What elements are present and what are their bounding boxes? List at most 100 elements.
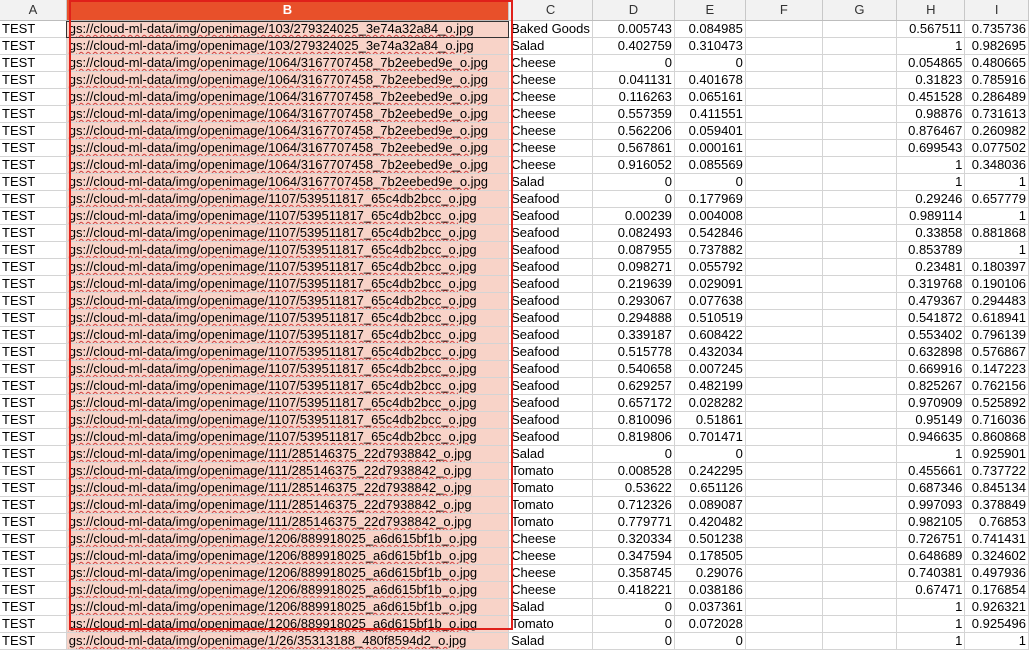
cell-i[interactable]: 0.925496 (964, 615, 1029, 633)
cell-f[interactable] (745, 54, 823, 72)
cell-b[interactable]: gs://cloud-ml-data/img/openimage/1107/53… (66, 411, 510, 429)
cell-d[interactable]: 0.515778 (592, 343, 675, 361)
cell-e[interactable]: 0 (674, 445, 746, 463)
cell-b[interactable]: gs://cloud-ml-data/img/openimage/1064/31… (66, 88, 510, 106)
cell-c[interactable]: Cheese (508, 105, 594, 123)
cell-h[interactable]: 0.853789 (896, 241, 966, 259)
cell-d[interactable]: 0.540658 (592, 360, 675, 378)
cell-f[interactable] (745, 343, 823, 361)
cell-b[interactable]: gs://cloud-ml-data/img/openimage/1107/53… (66, 241, 510, 259)
cell-f[interactable] (745, 173, 823, 191)
cell-h[interactable]: 1 (896, 632, 966, 650)
cell-h[interactable]: 0.23481 (896, 258, 966, 276)
cell-d[interactable]: 0 (592, 632, 675, 650)
cell-e[interactable]: 0.242295 (674, 462, 746, 480)
cell-c[interactable]: Tomato (508, 496, 594, 514)
cell-a[interactable]: TEST (0, 71, 67, 89)
cell-d[interactable]: 0.347594 (592, 547, 675, 565)
cell-g[interactable] (822, 20, 898, 38)
cell-i[interactable]: 0.147223 (964, 360, 1029, 378)
cell-b[interactable]: gs://cloud-ml-data/img/openimage/1206/88… (66, 581, 510, 599)
cell-i[interactable]: 0.741431 (964, 530, 1029, 548)
cell-d[interactable]: 0.320334 (592, 530, 675, 548)
cell-f[interactable] (745, 207, 823, 225)
cell-i[interactable]: 0.731613 (964, 105, 1029, 123)
cell-d[interactable]: 0 (592, 598, 675, 616)
cell-c[interactable]: Tomato (508, 479, 594, 497)
cell-h[interactable]: 0.553402 (896, 326, 966, 344)
cell-d[interactable]: 0 (592, 190, 675, 208)
cell-e[interactable]: 0.000161 (674, 139, 746, 157)
cell-h[interactable]: 0.33858 (896, 224, 966, 242)
cell-a[interactable]: TEST (0, 581, 67, 599)
cell-c[interactable]: Cheese (508, 530, 594, 548)
column-header-f[interactable]: F (745, 0, 823, 21)
cell-h[interactable]: 0.726751 (896, 530, 966, 548)
cell-c[interactable]: Cheese (508, 547, 594, 565)
cell-f[interactable] (745, 292, 823, 310)
cell-c[interactable]: Seafood (508, 394, 594, 412)
cell-c[interactable]: Salad (508, 445, 594, 463)
cell-d[interactable]: 0 (592, 54, 675, 72)
cell-i[interactable]: 0.860868 (964, 428, 1029, 446)
cell-a[interactable]: TEST (0, 343, 67, 361)
cell-e[interactable]: 0.029091 (674, 275, 746, 293)
cell-a[interactable]: TEST (0, 615, 67, 633)
cell-f[interactable] (745, 190, 823, 208)
cell-d[interactable]: 0 (592, 615, 675, 633)
cell-d[interactable]: 0.087955 (592, 241, 675, 259)
cell-e[interactable]: 0 (674, 173, 746, 191)
cell-f[interactable] (745, 564, 823, 582)
cell-a[interactable]: TEST (0, 377, 67, 395)
cell-c[interactable]: Seafood (508, 411, 594, 429)
cell-i[interactable]: 0.76853 (964, 513, 1029, 531)
cell-h[interactable]: 1 (896, 156, 966, 174)
cell-g[interactable] (822, 428, 898, 446)
cell-e[interactable]: 0.737882 (674, 241, 746, 259)
cell-c[interactable]: Seafood (508, 207, 594, 225)
cell-c[interactable]: Cheese (508, 54, 594, 72)
cell-f[interactable] (745, 428, 823, 446)
cell-f[interactable] (745, 377, 823, 395)
cell-e[interactable]: 0.411551 (674, 105, 746, 123)
column-header-c[interactable]: C (508, 0, 594, 21)
cell-e[interactable]: 0.420482 (674, 513, 746, 531)
cell-a[interactable]: TEST (0, 598, 67, 616)
cell-f[interactable] (745, 224, 823, 242)
cell-f[interactable] (745, 105, 823, 123)
column-header-d[interactable]: D (592, 0, 675, 21)
cell-h[interactable]: 0.648689 (896, 547, 966, 565)
cell-i[interactable]: 1 (964, 207, 1029, 225)
cell-h[interactable]: 1 (896, 37, 966, 55)
cell-a[interactable]: TEST (0, 156, 67, 174)
cell-d[interactable]: 0.418221 (592, 581, 675, 599)
cell-d[interactable]: 0.779771 (592, 513, 675, 531)
cell-f[interactable] (745, 122, 823, 140)
cell-b[interactable]: gs://cloud-ml-data/img/openimage/1107/53… (66, 326, 510, 344)
cell-c[interactable]: Cheese (508, 581, 594, 599)
cell-g[interactable] (822, 632, 898, 650)
cell-h[interactable]: 0.567511 (896, 20, 966, 38)
cell-g[interactable] (822, 615, 898, 633)
cell-h[interactable]: 0.541872 (896, 309, 966, 327)
cell-c[interactable]: Cheese (508, 139, 594, 157)
cell-a[interactable]: TEST (0, 54, 67, 72)
cell-c[interactable]: Seafood (508, 360, 594, 378)
cell-f[interactable] (745, 275, 823, 293)
cell-i[interactable]: 0.480665 (964, 54, 1029, 72)
cell-f[interactable] (745, 360, 823, 378)
cell-b[interactable]: gs://cloud-ml-data/img/openimage/1206/88… (66, 564, 510, 582)
cell-i[interactable]: 0.735736 (964, 20, 1029, 38)
cell-b[interactable]: gs://cloud-ml-data/img/openimage/1107/53… (66, 377, 510, 395)
cell-a[interactable]: TEST (0, 360, 67, 378)
cell-c[interactable]: Seafood (508, 258, 594, 276)
cell-b[interactable]: gs://cloud-ml-data/img/openimage/1064/31… (66, 122, 510, 140)
cell-c[interactable]: Seafood (508, 343, 594, 361)
cell-e[interactable]: 0.432034 (674, 343, 746, 361)
cell-i[interactable]: 0.180397 (964, 258, 1029, 276)
cell-f[interactable] (745, 496, 823, 514)
cell-f[interactable] (745, 513, 823, 531)
cell-f[interactable] (745, 445, 823, 463)
cell-e[interactable]: 0.51861 (674, 411, 746, 429)
cell-h[interactable]: 0.989114 (896, 207, 966, 225)
